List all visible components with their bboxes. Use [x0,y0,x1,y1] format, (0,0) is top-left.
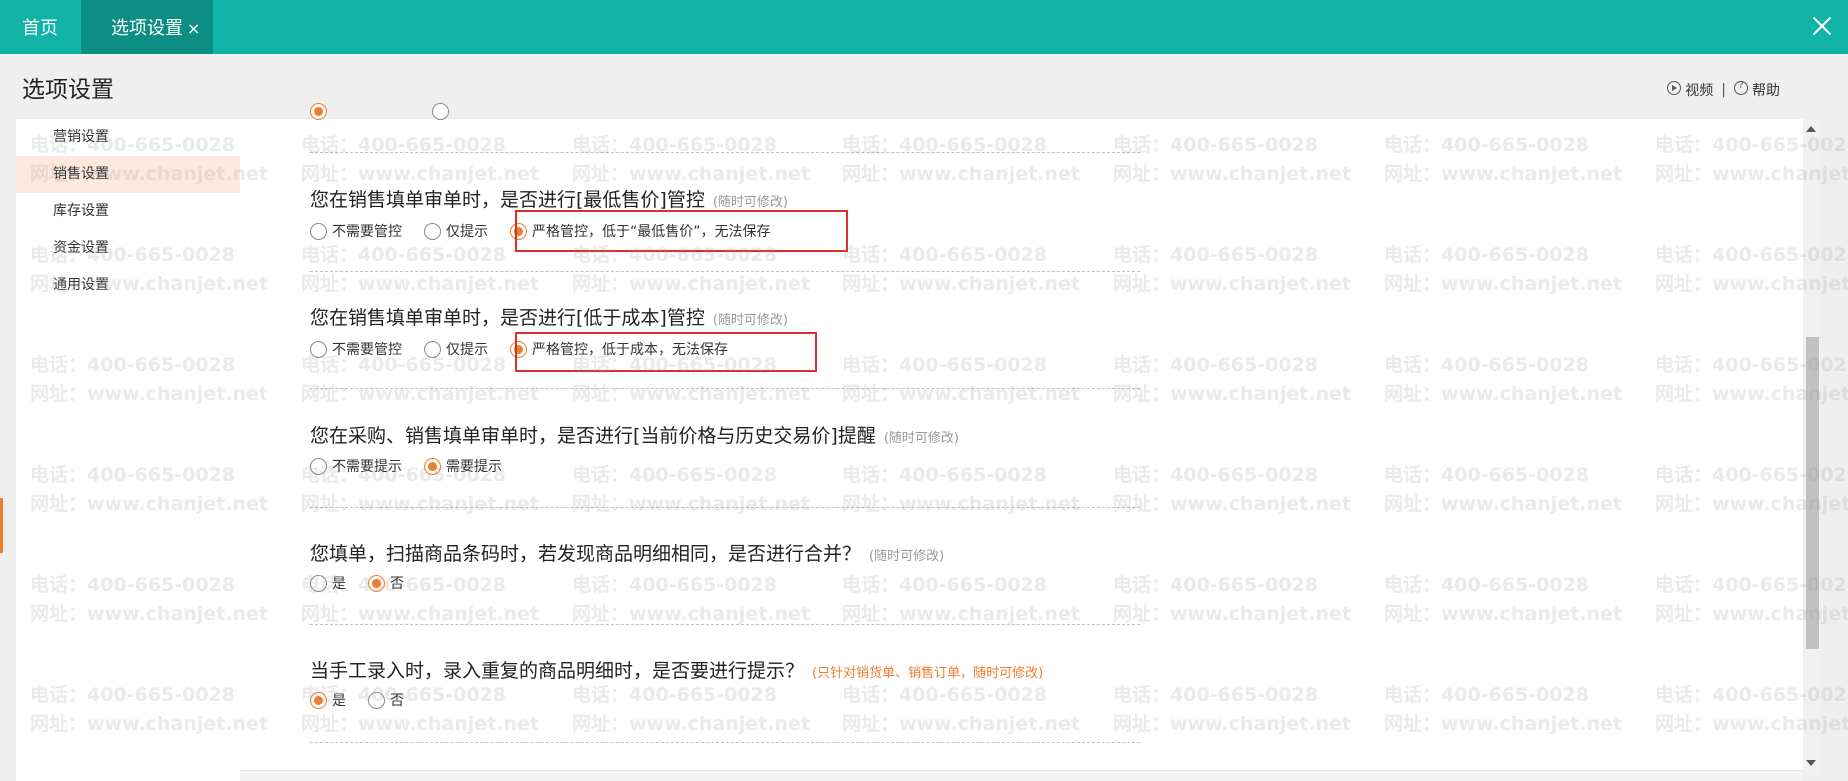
setting-question-merge-barcode: 您填单，扫描商品条码时，若发现商品明细相同，是否进行合并？ (随时可修改) [310,539,944,566]
option-no[interactable]: 否 [368,573,404,593]
radio-button[interactable] [310,457,327,475]
scrollbar-thumb[interactable] [1806,337,1819,649]
radio-button[interactable] [424,222,441,240]
option-need-prompt[interactable]: 需要提示 [424,456,502,476]
setting-question-below-cost: 您在销售填单审单时，是否进行[低于成本]管控 (随时可修改) [310,303,788,330]
divider [310,271,1140,272]
tab-close-icon[interactable]: × [187,19,200,38]
radio-button-checked[interactable] [310,691,327,709]
video-link[interactable]: 视频 [1667,80,1713,100]
sidebar-item-inventory[interactable]: 库存设置 [16,193,240,230]
help-label: 帮助 [1752,83,1780,99]
setting-hint: (随时可修改) [712,313,788,328]
setting-question-text: 您在采购、销售填单审单时，是否进行[当前价格与历史交易价]提醒 [310,425,876,447]
option-no-prompt[interactable]: 不需要提示 [310,456,402,476]
setting-hint: (随时可修改) [869,549,945,564]
divider [310,624,1140,625]
previous-setting-radio[interactable] [432,103,449,120]
left-edge-marker [0,498,3,553]
top-bar: 首页 选项设置 × [0,0,1848,54]
option-label: 不需要管控 [332,224,402,240]
radio-button-checked[interactable] [424,457,441,475]
close-icon[interactable] [1812,16,1832,36]
option-label: 不需要提示 [332,459,402,475]
setting-options-merge-barcode: 是 否 [310,573,426,593]
tab-home[interactable]: 首页 [22,0,58,54]
highlight-box [515,332,817,372]
option-prompt-only[interactable]: 仅提示 [424,339,488,359]
sidebar-item-funds[interactable]: 资金设置 [16,230,240,267]
sidebar-item-sales[interactable]: 销售设置 [16,156,240,193]
divider [310,507,1140,508]
divider [310,742,1140,743]
option-no[interactable]: 否 [368,690,404,710]
setting-hint: (随时可修改) [712,195,788,210]
divider [310,152,1140,153]
radio-button[interactable] [368,691,385,709]
setting-question-min-price: 您在销售填单审单时，是否进行[最低售价]管控 (随时可修改) [310,185,788,212]
top-links: 视频 | ? 帮助 [1667,80,1780,100]
highlight-box [515,210,848,252]
option-label: 不需要管控 [332,342,402,358]
previous-setting-options-clipped [310,103,520,123]
option-label: 仅提示 [446,342,488,358]
setting-options-duplicate-prompt: 是 否 [310,690,426,710]
setting-options-history-price: 不需要提示 需要提示 [310,456,524,476]
option-label: 是 [332,693,346,709]
play-icon [1667,81,1682,95]
question-icon: ? [1734,80,1748,95]
radio-button-checked[interactable] [368,574,385,592]
setting-question-history-price: 您在采购、销售填单审单时，是否进行[当前价格与历史交易价]提醒 (随时可修改) [310,421,959,448]
option-yes[interactable]: 是 [310,690,346,710]
option-label: 否 [390,576,404,592]
content-bottom-edge [240,770,1803,781]
option-label: 是 [332,576,346,592]
radio-button[interactable] [310,340,327,358]
setting-question-text: 您在销售填单审单时，是否进行[低于成本]管控 [310,307,705,329]
page-title: 选项设置 [22,77,114,103]
settings-sidebar: 营销设置 销售设置 库存设置 资金设置 通用设置 [16,119,240,781]
option-yes[interactable]: 是 [310,573,346,593]
setting-question-text: 您在销售填单审单时，是否进行[最低售价]管控 [310,189,705,211]
option-label: 需要提示 [446,459,502,475]
radio-button[interactable] [310,574,327,592]
setting-hint: (只针对销货单、销售订单，随时可修改) [812,666,1044,681]
previous-setting-radio-checked[interactable] [310,103,327,120]
tab-option-settings-label: 选项设置 [111,18,183,39]
radio-button[interactable] [424,340,441,358]
radio-button[interactable] [310,222,327,240]
sidebar-item-general[interactable]: 通用设置 [16,267,240,304]
scroll-down-arrow-icon[interactable] [1806,760,1816,766]
setting-hint: (随时可修改) [883,431,959,446]
option-prompt-only[interactable]: 仅提示 [424,221,488,241]
setting-question-text: 当手工录入时，录入重复的商品明细时，是否要进行提示？ [310,660,805,682]
setting-question-duplicate-prompt: 当手工录入时，录入重复的商品明细时，是否要进行提示？ (只针对销货单、销售订单，随… [310,656,1043,683]
option-label: 仅提示 [446,224,488,240]
help-link[interactable]: ? 帮助 [1734,80,1780,100]
divider [310,388,1140,389]
separator: | [1721,82,1726,98]
tab-option-settings[interactable]: 选项设置 × [81,0,213,54]
option-no-control[interactable]: 不需要管控 [310,339,402,359]
option-no-control[interactable]: 不需要管控 [310,221,402,241]
video-label: 视频 [1685,83,1714,99]
sidebar-item-marketing[interactable]: 营销设置 [16,119,240,156]
scroll-up-arrow-icon[interactable] [1806,126,1816,132]
option-label: 否 [390,693,404,709]
setting-question-text: 您填单，扫描商品条码时，若发现商品明细相同，是否进行合并？ [310,543,862,565]
